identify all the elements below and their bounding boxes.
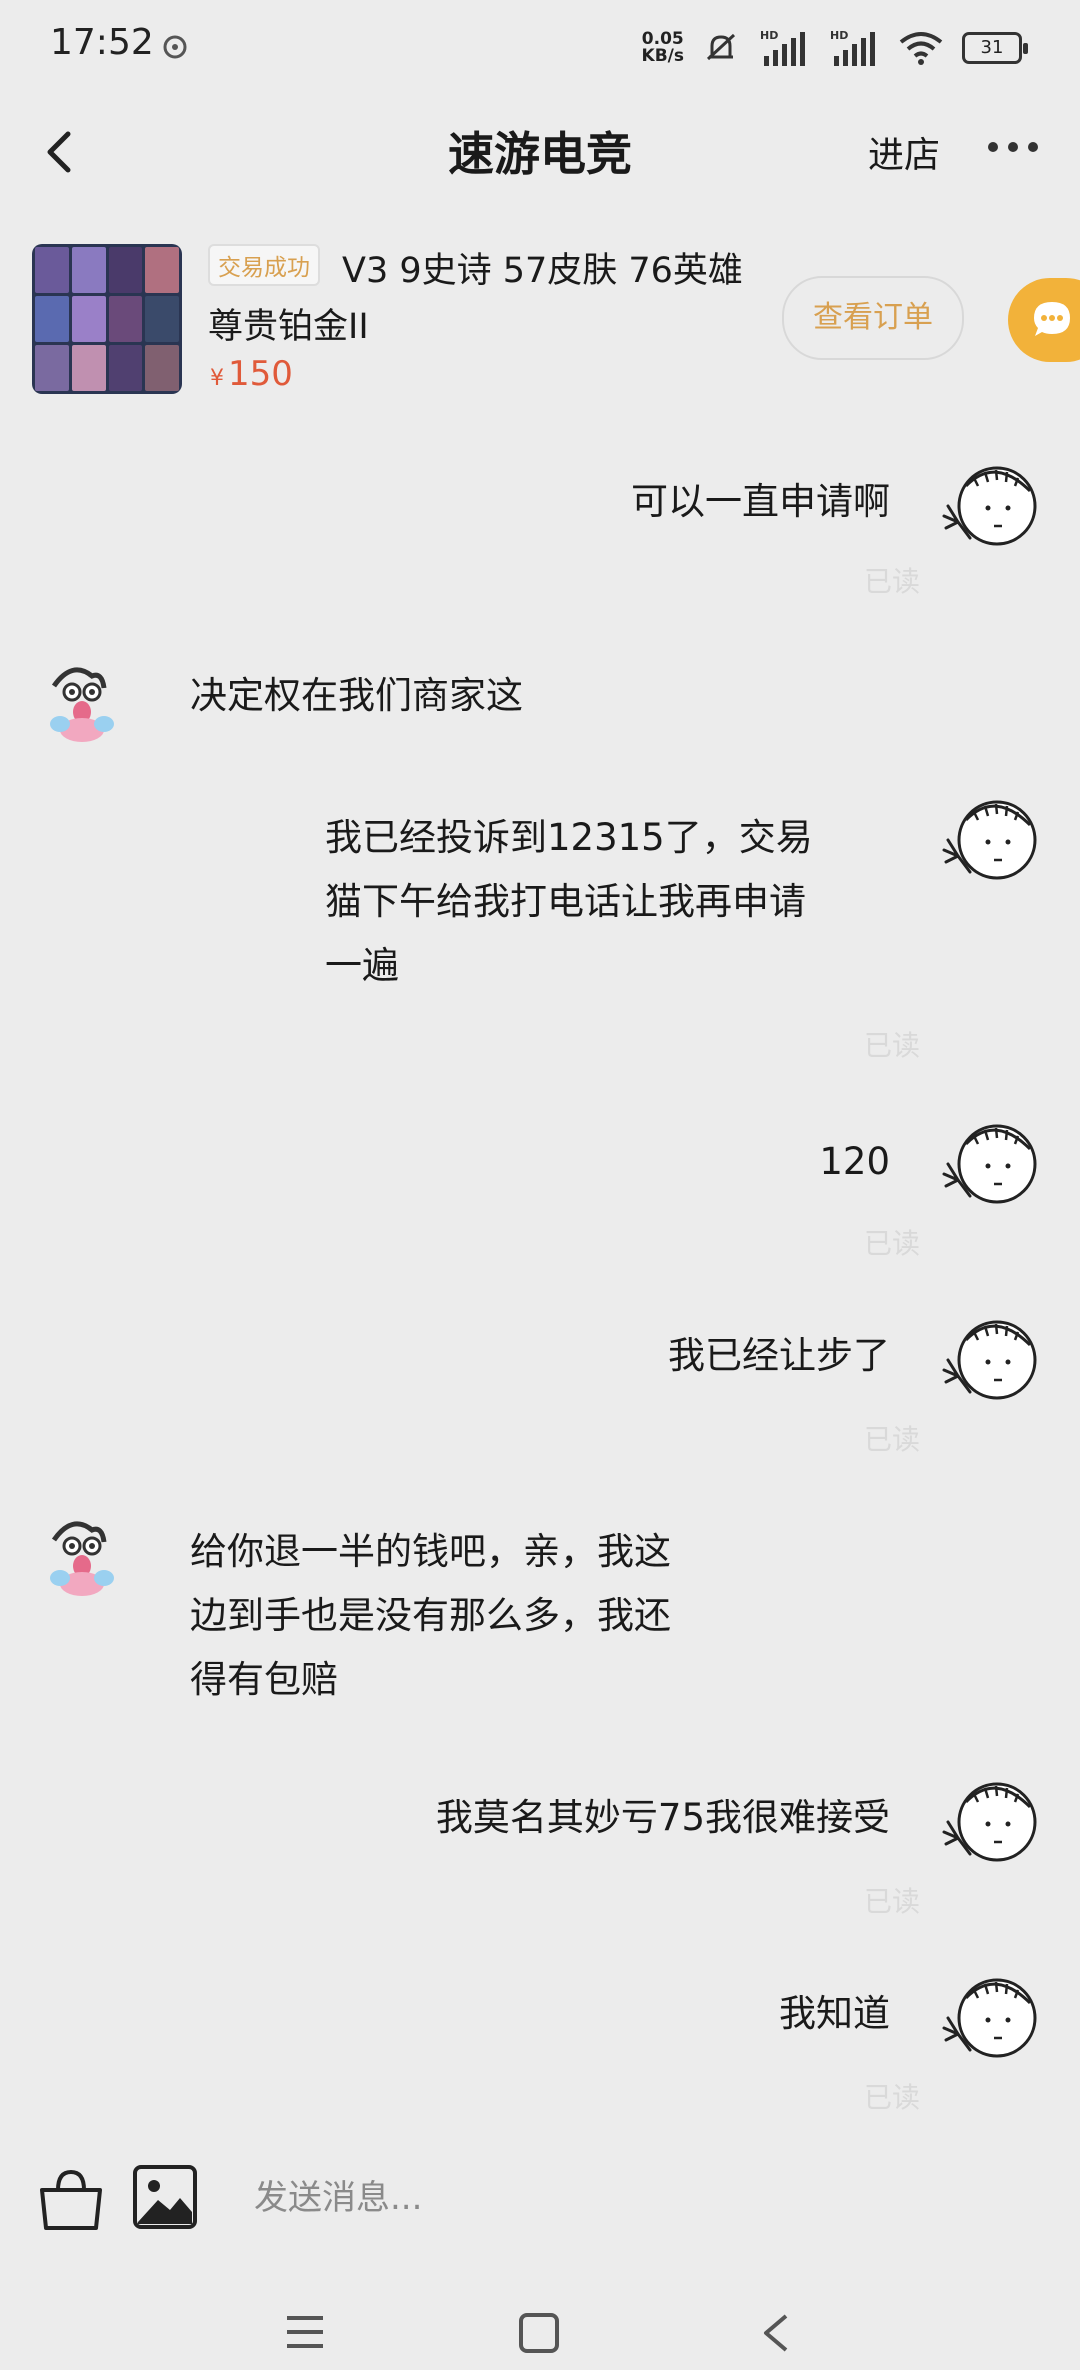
read-receipt: 已读 <box>863 1885 920 1918</box>
wifi-icon <box>899 32 943 65</box>
view-order-button[interactable]: 查看订单 <box>782 276 964 360</box>
message-line: 边到手也是没有那么多，我还 <box>190 1594 671 1637</box>
message-line: 给你退一半的钱吧，亲，我这 <box>190 1530 671 1573</box>
product-title-line2: 尊贵铂金II <box>208 307 369 347</box>
shopping-bag-icon[interactable] <box>36 2168 106 2232</box>
sync-icon <box>163 35 187 59</box>
battery-indicator: 31 <box>962 32 1028 64</box>
triangle-back-icon[interactable] <box>760 2312 790 2354</box>
svg-text:HD: HD <box>760 29 778 42</box>
message-line: 猫下午给我打电话让我再申请 <box>325 880 806 923</box>
message-input-bar <box>0 2150 1080 2240</box>
message-text: 120 <box>819 1140 890 1183</box>
system-nav-bar <box>0 2290 1080 2370</box>
message-line: 得有包赔 <box>190 1658 338 1701</box>
read-receipt: 已读 <box>863 1029 920 1062</box>
avatar-merchant[interactable] <box>32 1504 132 1604</box>
product-title-line1: V3 9史诗 57皮肤 76英雄 <box>342 251 743 291</box>
avatar-user[interactable] <box>940 1310 1040 1410</box>
message-line: 我已经投诉到12315了，交易 <box>325 816 813 859</box>
image-icon[interactable] <box>132 2164 198 2230</box>
message-text: 可以一直申请啊 <box>631 480 890 523</box>
enter-shop-button[interactable]: 进店 <box>868 126 940 178</box>
read-receipt: 已读 <box>863 565 920 598</box>
status-time: 17:52 <box>50 22 154 63</box>
message-text-multiline: 给你退一半的钱吧，亲，我这 边到手也是没有那么多，我还 得有包赔 <box>190 1520 750 1712</box>
chat-bubble-icon <box>1034 302 1070 336</box>
avatar-user[interactable] <box>940 1772 1040 1872</box>
menu-icon[interactable] <box>285 2314 325 2350</box>
product-thumbnail <box>32 244 182 394</box>
price-symbol: ¥ <box>210 366 224 391</box>
mute-bell-icon <box>706 33 736 61</box>
avatar-merchant[interactable] <box>32 650 132 750</box>
avatar-user[interactable] <box>940 1114 1040 1214</box>
message-line: 一遍 <box>325 944 399 987</box>
signal-hd-icon: HD <box>760 29 805 66</box>
read-receipt: 已读 <box>863 1423 920 1456</box>
customer-service-button[interactable] <box>1008 278 1080 362</box>
status-icons: 0.05 KB/s HD HD 31 <box>642 24 1028 72</box>
message-text-multiline: 我已经投诉到12315了，交易 猫下午给我打电话让我再申请 一遍 <box>325 806 885 998</box>
price-value: 150 <box>228 354 293 394</box>
avatar-user[interactable] <box>940 1968 1040 2068</box>
status-badge: 交易成功 <box>208 244 320 286</box>
message-input[interactable] <box>252 2172 1016 2224</box>
signal-hd-icon-2: HD <box>830 29 875 66</box>
message-text: 决定权在我们商家这 <box>190 674 523 717</box>
read-receipt: 已读 <box>863 1227 920 1260</box>
chat-header: 速游电竞 进店 <box>0 96 1080 206</box>
read-receipt: 已读 <box>863 2081 920 2114</box>
square-home-icon[interactable] <box>518 2312 560 2354</box>
message-text: 我已经让步了 <box>668 1334 890 1377</box>
more-dots-icon[interactable] <box>988 142 1038 156</box>
product-price: ¥150 <box>210 354 293 394</box>
status-bar: 17:52 0.05 KB/s HD HD 31 <box>0 0 1080 96</box>
product-card[interactable]: 交易成功 V3 9史诗 57皮肤 76英雄 尊贵铂金II ¥150 查看订单 <box>0 228 1080 408</box>
message-text: 我莫名其妙亏75我很难接受 <box>435 1796 890 1839</box>
avatar-user[interactable] <box>940 790 1040 890</box>
message-text: 我知道 <box>779 1992 890 2035</box>
net-speed: 0.05 KB/s <box>642 31 684 65</box>
net-speed-unit: KB/s <box>641 46 684 66</box>
svg-text:HD: HD <box>830 29 848 42</box>
avatar-user[interactable] <box>940 456 1040 556</box>
